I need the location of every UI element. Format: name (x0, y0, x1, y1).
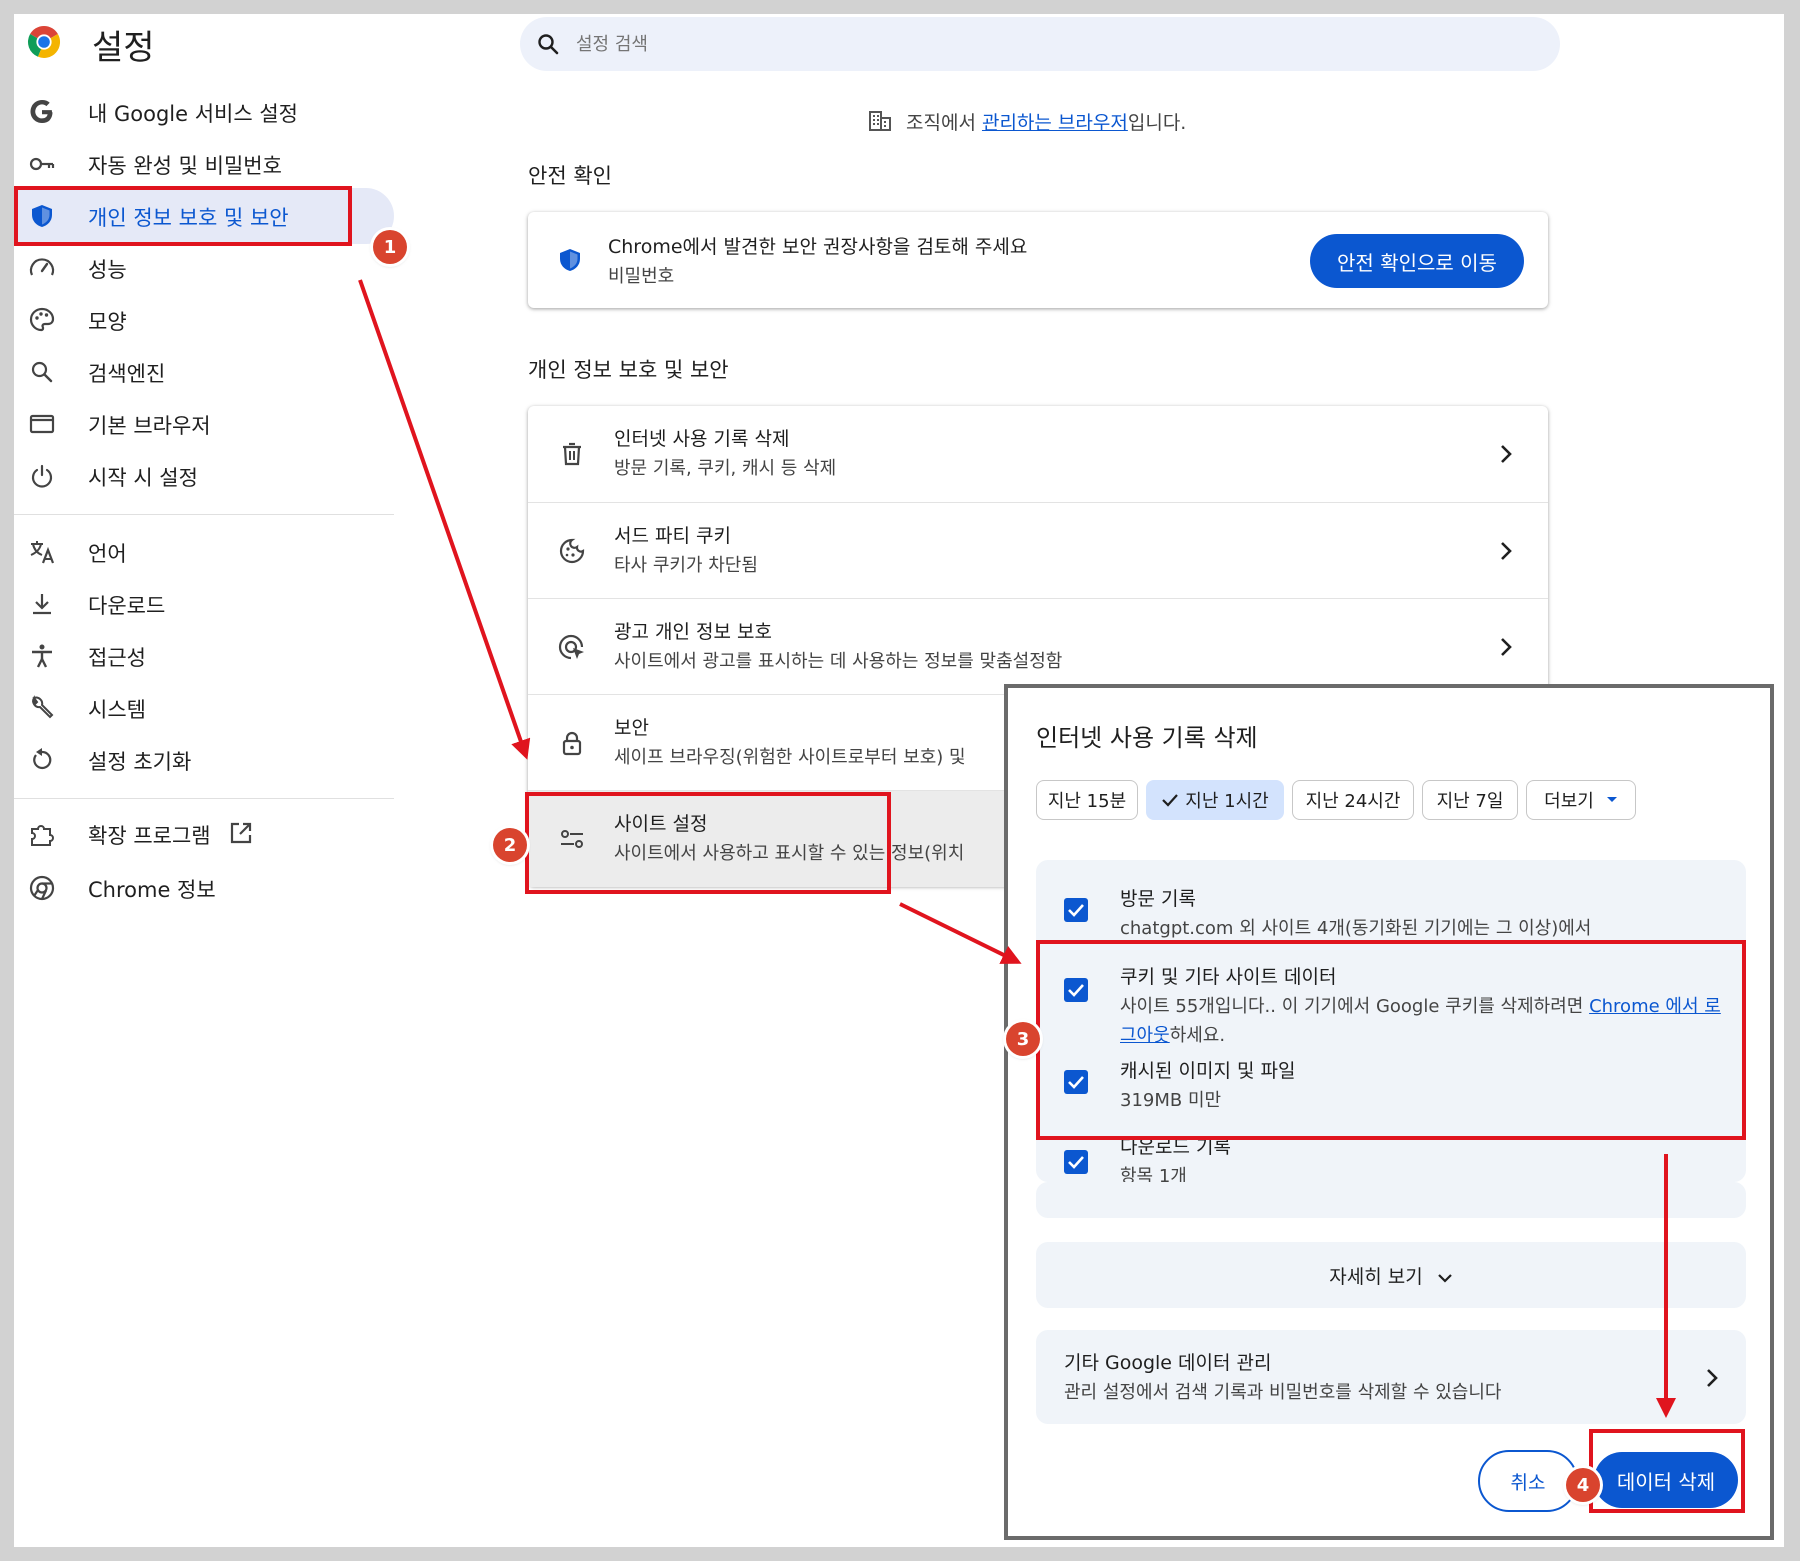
annotation-arrows (358, 279, 1676, 1418)
step-badge-1: 1 (373, 230, 407, 264)
settings-page: 설정 내 Google 서비스 설정 자동 완성 및 비밀번호 개인 정보 보호… (14, 14, 1784, 1547)
step-badge-4: 4 (1566, 1468, 1600, 1502)
step-badge-2: 2 (493, 828, 527, 862)
step-badge-3: 3 (1006, 1022, 1040, 1056)
